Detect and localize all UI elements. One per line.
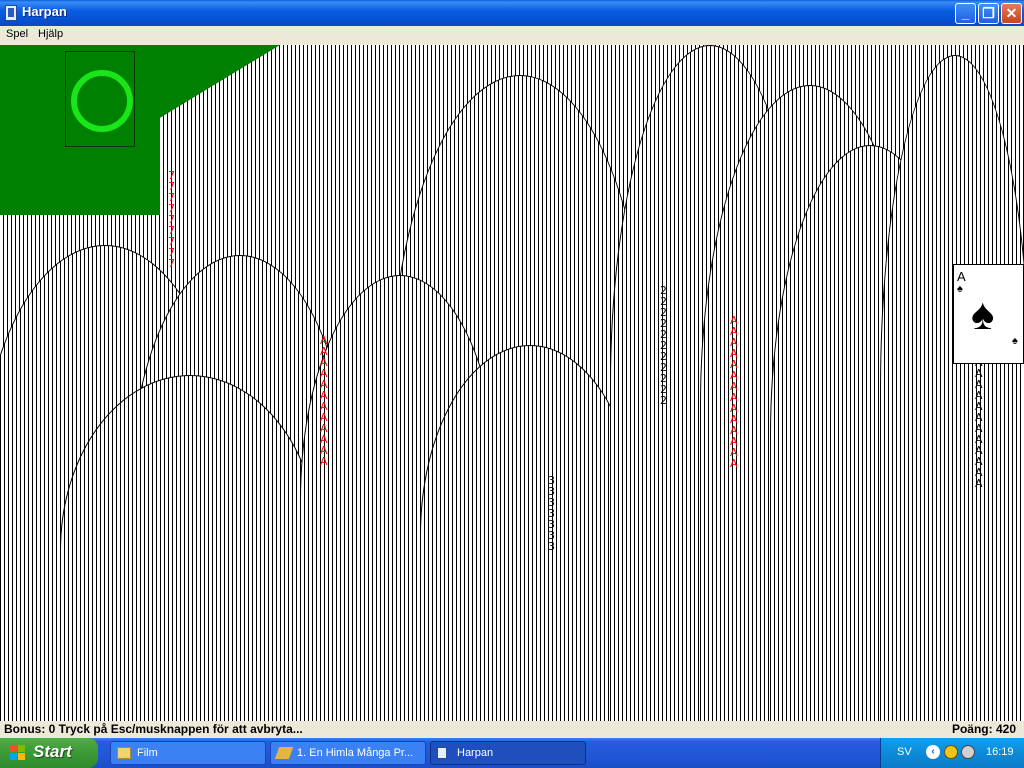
- score-display: Poäng: 420: [951, 722, 1016, 736]
- taskbar-item-harpan[interactable]: Harpan: [430, 741, 586, 765]
- taskbar-item-label: Harpan: [457, 747, 494, 759]
- taskbar-item-label: 1. En Himla Många Pr...: [297, 747, 414, 759]
- status-bar: Bonus: 0 Tryck på Esc/musknappen för att…: [0, 721, 1024, 738]
- stock-pile-empty[interactable]: [65, 51, 135, 147]
- harpan-app-icon[interactable]: [5, 5, 17, 21]
- status-message: Bonus: 0 Tryck på Esc/musknappen för att…: [4, 722, 303, 736]
- game-area[interactable]: 7 7 7 7 7 7 7 7 7 A A A A A A A A A A A …: [0, 45, 1024, 721]
- start-button[interactable]: Start: [0, 738, 98, 768]
- network-globe-icon[interactable]: [944, 745, 958, 759]
- start-label: Start: [33, 742, 72, 761]
- folder-icon: [117, 747, 131, 759]
- harpan-app-icon: [437, 747, 447, 759]
- window-title: Harpan: [22, 4, 67, 19]
- card-cascade-arch: [60, 375, 320, 721]
- media-player-icon: [274, 747, 294, 759]
- card-trail-black-threes: 3 3 3 3 3 3 3: [548, 474, 555, 553]
- card-trail-red-aces: A A A A A A A A A A A A A A: [730, 314, 738, 470]
- taskbar-item-label: Film: [137, 747, 158, 759]
- volume-icon[interactable]: [961, 745, 975, 759]
- card-trail-red-aces: A A A A A A A A A A A A: [320, 334, 328, 468]
- taskbar-item-himla[interactable]: 1. En Himla Många Pr...: [270, 741, 426, 765]
- spade-icon: ♠: [957, 283, 963, 295]
- card-rank: A: [957, 269, 966, 284]
- system-tray: SV ‹ 16:19: [880, 738, 1024, 768]
- maximize-button[interactable]: ❐: [978, 3, 999, 24]
- title-bar[interactable]: Harpan _ ❐ ✕: [0, 0, 1024, 26]
- card-cascade-arch: [880, 55, 1024, 721]
- clock[interactable]: 16:19: [986, 746, 1014, 758]
- ace-of-spades-card: A ♠ ♠ ♠: [953, 264, 1024, 364]
- spade-icon: ♠: [971, 290, 995, 339]
- language-indicator[interactable]: SV: [897, 746, 912, 758]
- show-hidden-icons-icon[interactable]: ‹: [926, 745, 940, 759]
- spade-icon: ♠: [1012, 335, 1018, 347]
- menu-spel[interactable]: Spel: [2, 28, 32, 40]
- menu-hjalp[interactable]: Hjälp: [34, 28, 67, 40]
- taskbar: Start Film 1. En Himla Många Pr... Harpa…: [0, 738, 1024, 768]
- redeal-circle-icon: [71, 70, 133, 132]
- menu-bar: Spel Hjälp: [0, 26, 1024, 45]
- close-button[interactable]: ✕: [1001, 3, 1022, 24]
- harpan-window: Harpan _ ❐ ✕ Spel Hjälp 7 7 7 7 7 7 7 7 …: [0, 0, 1024, 738]
- minimize-button[interactable]: _: [955, 3, 976, 24]
- card-trail-black-twos: 2 2 2 2 2 2 2 2 2 2 2: [660, 284, 667, 407]
- card-cascade-arch: [420, 345, 640, 721]
- taskbar-item-film[interactable]: Film: [110, 741, 266, 765]
- windows-logo-icon: [10, 745, 26, 761]
- card-trail-red-sevens: 7 7 7 7 7 7 7 7 7: [168, 169, 175, 270]
